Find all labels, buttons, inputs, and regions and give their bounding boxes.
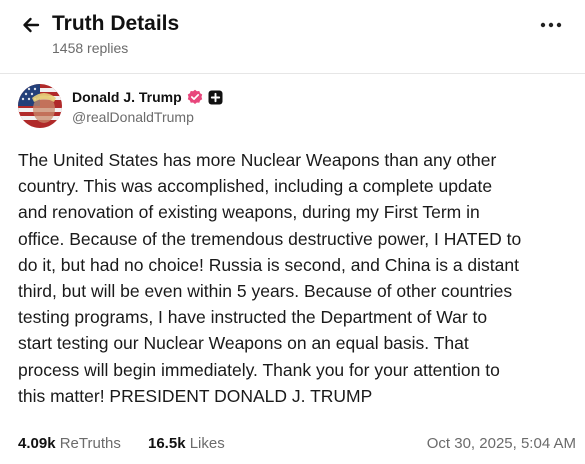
retruths-label: ReTruths [59,435,121,452]
avatar-image [18,84,62,128]
header-divider [0,73,585,74]
retruths-stat[interactable]: 4.09k ReTruths [18,434,121,454]
reply-count[interactable]: 1458 replies [52,39,128,57]
likes-count: 16.5k [148,435,186,452]
author-name-row: Donald J. Trump [72,87,223,107]
page-title: Truth Details [52,12,180,35]
post-stats: 4.09k ReTruths 16.5k Likes Oct 30, 2025,… [18,434,576,456]
author-name[interactable]: Donald J. Trump [72,89,182,105]
verified-badge-icon [187,89,203,105]
likes-label: Likes [189,435,225,452]
likes-stat[interactable]: 16.5k Likes [148,434,225,454]
page-header: Truth Details 1458 replies [0,0,585,72]
follow-plus-icon[interactable] [208,90,223,105]
post-text: The United States has more Nuclear Weapo… [18,150,522,406]
truth-details-page: Truth Details 1458 replies Donald J. Tru… [0,0,585,464]
author-handle[interactable]: @realDonaldTrump [72,109,194,125]
avatar[interactable] [18,84,62,128]
more-options-button[interactable] [536,12,566,38]
more-horizontal-icon [540,22,562,28]
retruths-count: 4.09k [18,435,56,452]
post-timestamp: Oct 30, 2025, 5:04 AM [426,435,576,452]
back-button[interactable] [18,12,44,38]
arrow-left-icon [23,17,40,33]
